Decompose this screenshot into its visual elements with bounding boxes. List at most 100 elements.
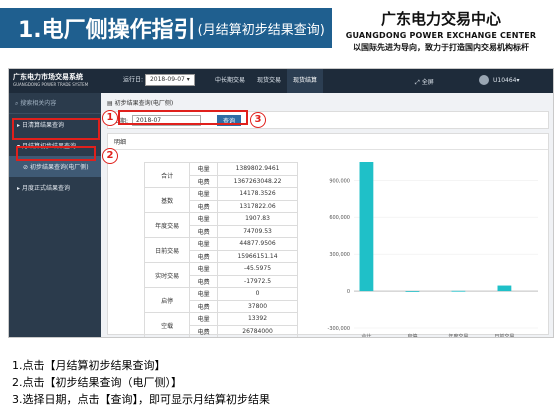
- chart-bar: [359, 162, 374, 292]
- row-metric: 电量: [189, 287, 219, 301]
- row-metric: 电费: [189, 299, 219, 313]
- x-tick-label: 合计: [361, 333, 371, 338]
- row-category: 年度交易: [143, 212, 191, 238]
- row-value: 0: [217, 287, 298, 301]
- x-tick-label: 日前交易: [494, 333, 514, 338]
- link-icon: ⊘: [23, 164, 29, 171]
- page-icon: ▤: [107, 100, 113, 107]
- row-value: 74709.53: [217, 224, 298, 238]
- row-metric: 电量: [189, 212, 219, 226]
- tab-spot-settlement[interactable]: 现货结算: [287, 69, 324, 93]
- sidebar-search[interactable]: ⌕ 搜索相关内容: [9, 93, 101, 114]
- period-select[interactable]: 2018-09-07 ▾: [144, 74, 195, 86]
- highlight-plant-menu: [16, 146, 96, 161]
- y-tick-label: 300,000: [329, 252, 350, 258]
- row-value: 1367263048.22: [217, 174, 298, 188]
- row-category: 基数: [143, 187, 191, 213]
- fullscreen-label: 全屏: [421, 79, 434, 86]
- row-value: 14178.3526: [217, 187, 298, 201]
- period-value: 2018-09-07: [149, 76, 185, 83]
- row-metric: 电费: [189, 224, 219, 238]
- org-block: 广东电力交易中心 GUANGDONG POWER EXCHANGE CENTER…: [330, 8, 552, 53]
- brand-name-cn: 广东电力市场交易系统: [13, 73, 83, 81]
- y-tick-label: 900,000: [329, 178, 350, 184]
- y-tick-label: -300,000: [328, 326, 350, 332]
- brand-name-en: GUANGDONG POWER TRADE SYSTEM: [13, 82, 89, 87]
- chart-bar: [451, 290, 466, 292]
- row-value: 44877.9506: [217, 237, 298, 251]
- row-value: 15966151.14: [217, 249, 298, 263]
- user-label: U10464: [493, 76, 517, 84]
- row-category: 合计: [143, 162, 191, 188]
- row-category: 空载: [143, 312, 191, 337]
- row-metric: 电费: [189, 174, 219, 188]
- breadcrumb: ▤ 初步结果查询(电厂侧): [107, 98, 173, 107]
- highlight-monthly-menu: [12, 118, 100, 140]
- slide-header: 1.电厂侧操作指引 (月结算初步结果查询) 广东电力交易中心 GUANGDONG…: [0, 0, 560, 62]
- instructions: 1.点击【月结算初步结果查询】 2.点击【初步结果查询（电厂侧）】 3.选择日期…: [12, 357, 270, 408]
- chevron-down-icon: ▾: [516, 76, 520, 84]
- slide-title-bar: 1.电厂侧操作指引 (月结算初步结果查询): [0, 8, 332, 48]
- highlight-date-query: [118, 110, 248, 125]
- step-marker-1: 1: [102, 110, 118, 126]
- table-row: 日前交易 电量 44877.9506: [143, 237, 298, 263]
- user-menu[interactable]: U10464 ▾: [479, 75, 520, 85]
- table-row: 空载 电量 13392: [143, 312, 298, 337]
- row-value: 1317822.06: [217, 199, 298, 213]
- y-tick-label: 600,000: [329, 215, 350, 221]
- step-marker-3: 3: [250, 112, 266, 128]
- row-metric: 电量: [189, 187, 219, 201]
- chart-bar: [497, 285, 512, 292]
- row-metric: 电费: [189, 324, 219, 337]
- row-value: -45.5975: [217, 262, 298, 276]
- fullscreen-icon: ⤢: [415, 79, 420, 86]
- instruction-step: 3.选择日期，点击【查询】，即可显示月结算初步结果: [12, 393, 270, 406]
- sidebar-item-monthly-official[interactable]: ▸ 月度正式结果查询: [9, 177, 101, 198]
- avatar: [479, 75, 489, 85]
- table-row: 启停 电量 0: [143, 287, 298, 313]
- row-metric: 电费: [189, 274, 219, 288]
- row-category: 启停: [143, 287, 191, 313]
- table-row: 合计 电量 1389802.9461: [143, 162, 298, 188]
- panel-title: 明细: [108, 134, 548, 150]
- chevron-down-icon: ▾: [186, 76, 190, 83]
- x-tick-label: 年度交易: [448, 333, 468, 338]
- sidebar-item-label: 月度正式结果查询: [21, 185, 70, 192]
- tab-mid-long-term[interactable]: 中长期交易: [209, 69, 251, 93]
- period-label: 运行日:: [123, 76, 144, 84]
- row-category: 日前交易: [143, 237, 191, 263]
- tab-spot-trade[interactable]: 现货交易: [251, 69, 287, 93]
- instruction-step: 2.点击【初步结果查询（电厂侧）】: [12, 376, 182, 389]
- instruction-step: 1.点击【月结算初步结果查询】: [12, 359, 166, 372]
- row-value: 1389802.9461: [217, 162, 298, 176]
- org-name-cn: 广东电力交易中心: [380, 10, 501, 28]
- row-category: 实时交易: [143, 262, 191, 288]
- app-window: 广东电力市场交易系统 GUANGDONG POWER TRADE SYSTEM …: [8, 68, 554, 338]
- step-marker-2: 2: [102, 148, 118, 164]
- row-metric: 电量: [189, 162, 219, 176]
- sidebar-item-label: 初步结果查询(电厂侧): [29, 164, 89, 171]
- row-metric: 电费: [189, 199, 219, 213]
- period-control: 运行日: 2018-09-07 ▾: [123, 74, 195, 86]
- table-row: 年度交易 电量 1907.83: [143, 212, 298, 238]
- fullscreen-button[interactable]: ⤢ 全屏: [415, 77, 434, 87]
- app-topbar: 广东电力市场交易系统 GUANGDONG POWER TRADE SYSTEM …: [9, 69, 553, 93]
- breadcrumb-label: 初步结果查询(电厂侧): [114, 100, 174, 107]
- table-row: 实时交易 电量 -45.5975: [143, 262, 298, 288]
- results-panel: 明细 合计 电量 1389802.9461 电费 1367263048.22 基数 电量 14…: [107, 133, 549, 338]
- y-tick-label: 0: [347, 289, 350, 295]
- row-metric: 电量: [189, 237, 219, 251]
- table-row: 基数 电量 14178.3526: [143, 187, 298, 213]
- row-metric: 电量: [189, 312, 219, 326]
- row-value: 13392: [217, 312, 298, 326]
- row-value: 26784000: [217, 324, 298, 337]
- row-metric: 电费: [189, 249, 219, 263]
- row-value: 37800: [217, 299, 298, 313]
- x-tick-label: 启停: [407, 333, 417, 338]
- results-table: 合计 电量 1389802.9461 电费 1367263048.22 基数 电量 14178…: [143, 162, 298, 337]
- slide-title: 1.电厂侧操作指引: [18, 18, 196, 43]
- main-content: ▤ 初步结果查询(电厂侧) 日期: 2018-07 查询 明细 合计 电量 1389…: [101, 93, 553, 337]
- nav-tabs: 中长期交易 现货交易 现货结算: [209, 69, 324, 93]
- app-brand: 广东电力市场交易系统 GUANGDONG POWER TRADE SYSTEM: [13, 72, 88, 87]
- row-value: -17972.5: [217, 274, 298, 288]
